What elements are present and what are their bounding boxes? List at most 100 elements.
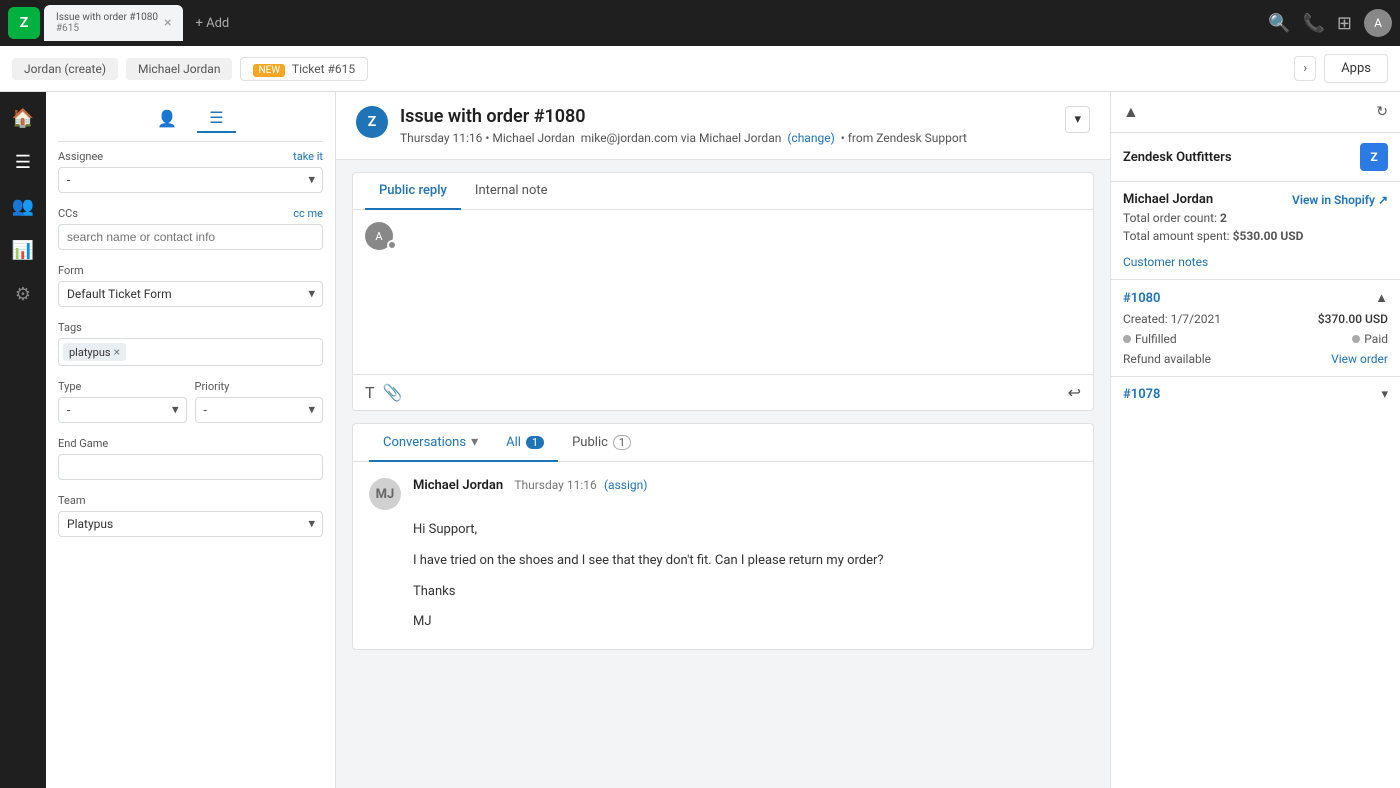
logo-icon: Z [8, 7, 40, 39]
order-1078-collapse-icon[interactable]: ▾ [1381, 387, 1388, 402]
ccs-input[interactable] [58, 224, 323, 250]
tag-remove-icon[interactable]: × [114, 345, 120, 359]
rs-brand: Zendesk Outfitters Z [1111, 133, 1400, 182]
priority-label: Priority [195, 380, 324, 393]
tag-label: platypus [69, 346, 111, 359]
view-order-link[interactable]: View order [1331, 352, 1388, 366]
breadcrumb-michael-jordan[interactable]: Michael Jordan [126, 58, 232, 80]
sidebar-reports-icon[interactable]: 📊 [5, 232, 41, 268]
customer-notes-link[interactable]: Customer notes [1111, 249, 1400, 280]
order-1080-section: #1080 ▲ Created: 1/7/2021 $370.00 USD Fu… [1111, 280, 1400, 377]
conv-time: Thursday 11:16 [514, 478, 596, 492]
conv-body: Hi Support, I have tried on the shoes an… [369, 520, 1077, 633]
ticket-area: Z Issue with order #1080 Thursday 11:16 … [336, 92, 1110, 788]
breadcrumb-ticket[interactable]: NEW Ticket #615 [240, 57, 368, 81]
search-icon[interactable]: 🔍 [1268, 13, 1290, 34]
team-label: Team [58, 494, 323, 507]
top-nav-right: 🔍 📞 ⊞ A [1268, 9, 1392, 37]
cc-me-link[interactable]: cc me [293, 207, 323, 220]
phone-icon[interactable]: 📞 [1302, 13, 1324, 34]
reply-avatar: A [365, 222, 397, 250]
assignee-select-wrapper: - [58, 167, 323, 193]
order-1078-section: #1078 ▾ [1111, 377, 1400, 412]
reply-editor-left: A [365, 222, 397, 362]
ticket-header-info: Issue with order #1080 Thursday 11:16 • … [400, 106, 967, 145]
assignee-group: Assignee take it - [58, 150, 323, 193]
conversations-arrow-icon: ▾ [471, 434, 478, 450]
left-sidebar: 🏠 ☰ 👥 📊 ⚙ [0, 92, 46, 788]
conv-header: Conversations ▾ All 1 Public 1 [353, 424, 1093, 462]
public-count-badge: 1 [613, 435, 631, 450]
assign-link[interactable]: (assign) [604, 478, 647, 492]
view-in-shopify-link[interactable]: View in Shopify ↗ [1292, 193, 1388, 207]
panel-tab-person-icon[interactable]: 👤 [145, 105, 189, 132]
ccs-group: CCs cc me [58, 207, 323, 250]
brand-icon: Z [1360, 143, 1388, 171]
end-game-input[interactable] [58, 454, 323, 480]
assignee-select[interactable]: - [58, 167, 323, 193]
sidebar-contacts-icon[interactable]: 👥 [5, 188, 41, 224]
reply-editor: A [353, 210, 1093, 374]
panel-tab-list-icon[interactable]: ☰ [197, 104, 235, 133]
tags-container[interactable]: platypus × [58, 338, 323, 366]
order-paid-status: Paid [1352, 332, 1388, 346]
take-it-link[interactable]: take it [293, 150, 323, 163]
main-layout: 🏠 ☰ 👥 📊 ⚙ 👤 ☰ Assignee take it - C [0, 92, 1400, 788]
rs-brand-name: Zendesk Outfitters [1123, 150, 1232, 165]
tab-internal-note[interactable]: Internal note [461, 173, 562, 210]
fields-panel-header: 👤 ☰ [58, 104, 323, 142]
conv-tab-public[interactable]: Public 1 [558, 425, 645, 462]
conversation-message: MJ Michael Jordan Thursday 11:16 (assign… [353, 462, 1093, 649]
secondary-nav: Jordan (create) Michael Jordan NEW Ticke… [0, 46, 1400, 92]
type-label: Type [58, 380, 187, 393]
attach-icon[interactable]: 📎 [383, 383, 403, 402]
form-select[interactable]: Default Ticket Form [58, 281, 323, 307]
apps-icon[interactable]: ⊞ [1337, 13, 1352, 34]
rs-header: ▲ ↻ [1111, 92, 1400, 133]
order-1078-id[interactable]: #1078 [1123, 387, 1160, 402]
type-select[interactable]: - [58, 397, 187, 423]
user-avatar[interactable]: A [1364, 9, 1392, 37]
conv-avatar: MJ [369, 478, 401, 510]
sidebar-home-icon[interactable]: 🏠 [5, 100, 41, 136]
undo-icon[interactable]: ↩ [1068, 383, 1081, 402]
conversations-section: Conversations ▾ All 1 Public 1 MJ Michae… [352, 423, 1094, 650]
reply-textarea[interactable] [397, 222, 1081, 362]
text-format-icon[interactable]: T [365, 383, 375, 402]
change-link[interactable]: (change) [787, 131, 834, 145]
tab-subtitle: #615 [56, 23, 158, 34]
ticket-header: Z Issue with order #1080 Thursday 11:16 … [336, 92, 1110, 160]
reply-toolbar: T 📎 ↩ [353, 374, 1093, 410]
tags-group: Tags platypus × [58, 321, 323, 366]
fields-panel: 👤 ☰ Assignee take it - CCs cc me [46, 92, 336, 788]
priority-select[interactable]: - [195, 397, 324, 423]
nav-arrow-button[interactable]: › [1294, 56, 1316, 81]
team-select[interactable]: Platypus [58, 511, 323, 537]
sidebar-settings-icon[interactable]: ⚙ [5, 276, 41, 312]
fulfilled-dot [1123, 335, 1131, 343]
ticket-dropdown[interactable]: ▾ [1065, 106, 1090, 133]
order-1080-id[interactable]: #1080 [1123, 291, 1160, 306]
sidebar-tickets-icon[interactable]: ☰ [5, 144, 41, 180]
rs-customer: Michael Jordan View in Shopify ↗ Total o… [1111, 182, 1400, 249]
breadcrumb-jordan-create[interactable]: Jordan (create) [12, 58, 118, 80]
team-group: Team Platypus [58, 494, 323, 537]
apps-button[interactable]: Apps [1324, 54, 1388, 83]
order-1078-header: #1078 ▾ [1123, 387, 1388, 402]
refund-label: Refund available [1123, 352, 1211, 366]
order-1080-status-row: Fulfilled Paid [1123, 332, 1388, 346]
right-sidebar: ▲ ↻ Zendesk Outfitters Z Michael Jordan … [1110, 92, 1400, 788]
conv-author-info: Michael Jordan Thursday 11:16 (assign) [413, 478, 647, 493]
priority-group: Priority - [195, 380, 324, 423]
order-1080-collapse-icon[interactable]: ▲ [1375, 290, 1388, 306]
conv-tab-conversations[interactable]: Conversations ▾ [369, 424, 492, 462]
tab-public-reply[interactable]: Public reply [365, 173, 461, 210]
tab-close-icon[interactable]: × [164, 15, 171, 31]
reply-tabs: Public reply Internal note [353, 173, 1093, 210]
add-tab-button[interactable]: + Add [187, 16, 237, 31]
rs-collapse-button[interactable]: ▲ [1123, 102, 1139, 122]
conv-tab-all[interactable]: All 1 [492, 425, 558, 462]
order-fulfilled-status: Fulfilled [1123, 332, 1177, 346]
active-tab[interactable]: Issue with order #1080 #615 × [44, 5, 183, 41]
rs-refresh-button[interactable]: ↻ [1376, 104, 1388, 120]
